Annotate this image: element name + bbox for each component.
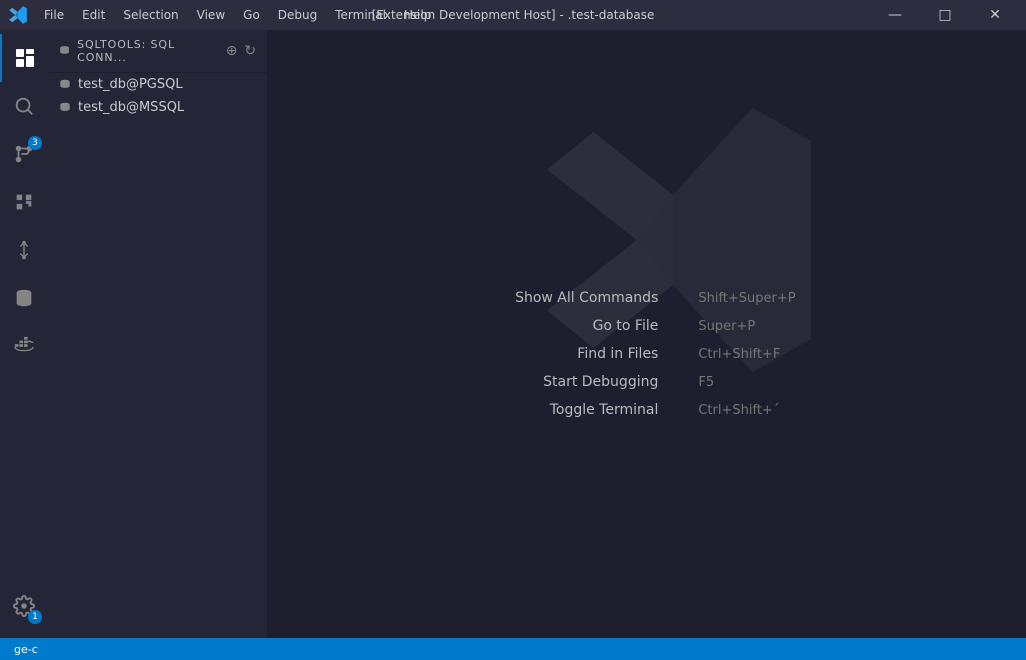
menu-edit[interactable]: Edit bbox=[74, 6, 113, 24]
sidebar-item-pgsql[interactable]: test_db@PGSQL bbox=[48, 73, 267, 96]
close-button[interactable]: ✕ bbox=[972, 0, 1018, 30]
activity-source-control[interactable]: 3 bbox=[0, 130, 48, 178]
sidebar-mssql-label: test_db@MSSQL bbox=[78, 100, 184, 115]
statusbar-item[interactable]: ge-c bbox=[8, 643, 44, 656]
activity-search[interactable] bbox=[0, 82, 48, 130]
shortcut-row-3: Start Debugging F5 bbox=[498, 374, 795, 390]
activity-bottom: 1 bbox=[0, 582, 48, 638]
settings-badge: 1 bbox=[28, 610, 42, 624]
sidebar-header: SQLTOOLS: SQL CONN... ⊕ ↻ bbox=[48, 30, 267, 73]
sidebar: SQLTOOLS: SQL CONN... ⊕ ↻ test_db@PGSQL … bbox=[48, 30, 268, 638]
db-header-icon bbox=[58, 44, 71, 58]
window-controls: — □ ✕ bbox=[872, 0, 1018, 30]
activity-git[interactable] bbox=[0, 226, 48, 274]
shortcut-label-3: Start Debugging bbox=[498, 374, 658, 390]
sidebar-header-actions: ⊕ ↻ bbox=[226, 43, 257, 59]
shortcut-key-4: Ctrl+Shift+´ bbox=[698, 403, 779, 418]
sidebar-header-label: SQLTOOLS: SQL CONN... bbox=[77, 38, 220, 64]
shortcuts-section: Show All Commands Shift+Super+P Go to Fi… bbox=[498, 290, 795, 418]
main-layout: 3 1 SQLTOOLS: SQL CONN... ⊕ ↻ bbox=[0, 30, 1026, 638]
sidebar-item-mssql[interactable]: test_db@MSSQL bbox=[48, 96, 267, 119]
shortcut-key-2: Ctrl+Shift+F bbox=[698, 347, 780, 362]
shortcut-key-3: F5 bbox=[698, 375, 714, 390]
activity-explorer[interactable] bbox=[0, 34, 48, 82]
shortcut-key-0: Shift+Super+P bbox=[698, 291, 795, 306]
db-mssql-icon bbox=[58, 101, 72, 115]
activity-bar: 3 1 bbox=[0, 30, 48, 638]
activity-db[interactable] bbox=[0, 274, 48, 322]
shortcut-row-0: Show All Commands Shift+Super+P bbox=[498, 290, 795, 306]
activity-docker[interactable] bbox=[0, 322, 48, 370]
shortcut-label-0: Show All Commands bbox=[498, 290, 658, 306]
menu-go[interactable]: Go bbox=[235, 6, 268, 24]
shortcut-label-1: Go to File bbox=[498, 318, 658, 334]
main-content: Show All Commands Shift+Super+P Go to Fi… bbox=[268, 30, 1026, 638]
menu-debug[interactable]: Debug bbox=[270, 6, 325, 24]
shortcut-row-2: Find in Files Ctrl+Shift+F bbox=[498, 346, 795, 362]
menu-selection[interactable]: Selection bbox=[115, 6, 186, 24]
sidebar-refresh-icon[interactable]: ↻ bbox=[244, 43, 257, 59]
shortcut-row-1: Go to File Super+P bbox=[498, 318, 795, 334]
menu-file[interactable]: File bbox=[36, 6, 72, 24]
activity-extensions[interactable] bbox=[0, 178, 48, 226]
sidebar-pgsql-label: test_db@PGSQL bbox=[78, 77, 183, 92]
statusbar: ge-c bbox=[0, 638, 1026, 660]
shortcut-label-2: Find in Files bbox=[498, 346, 658, 362]
activity-settings[interactable]: 1 bbox=[0, 582, 48, 630]
shortcut-row-4: Toggle Terminal Ctrl+Shift+´ bbox=[498, 402, 795, 418]
vscode-logo-icon bbox=[8, 5, 28, 25]
window-title: [Extension Development Host] - .test-dat… bbox=[372, 8, 655, 22]
shortcut-key-1: Super+P bbox=[698, 319, 755, 334]
sidebar-add-icon[interactable]: ⊕ bbox=[226, 43, 239, 59]
minimize-button[interactable]: — bbox=[872, 0, 918, 30]
titlebar: File Edit Selection View Go Debug Termin… bbox=[0, 0, 1026, 30]
maximize-button[interactable]: □ bbox=[922, 0, 968, 30]
shortcut-label-4: Toggle Terminal bbox=[498, 402, 658, 418]
source-control-badge: 3 bbox=[28, 136, 42, 150]
db-pgsql-icon bbox=[58, 78, 72, 92]
menu-view[interactable]: View bbox=[189, 6, 233, 24]
